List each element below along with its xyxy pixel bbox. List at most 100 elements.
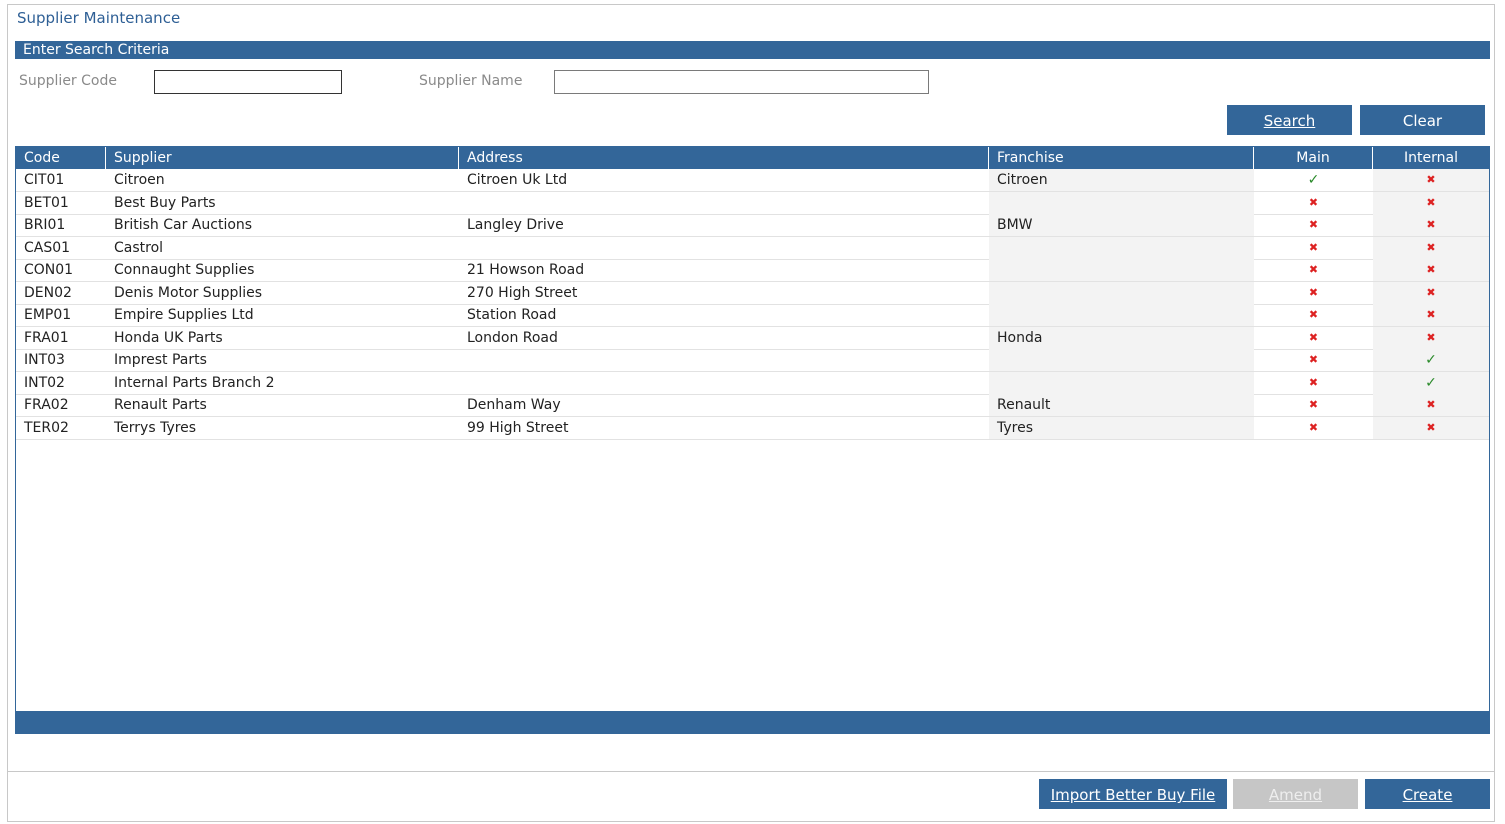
check-icon: ✓ [1307,172,1320,188]
cross-icon: ✖ [1308,218,1319,231]
check-icon: ✓ [1425,352,1437,368]
page-title: Supplier Maintenance [17,9,181,27]
franchise-cell: Citroen [989,169,1254,191]
search-criteria-header: Enter Search Criteria [15,41,1490,59]
franchise-cell [989,304,1254,326]
supplier-name-input[interactable] [554,70,929,94]
franchise-cell [989,371,1254,394]
code-cell: CIT01 [24,172,65,188]
cross-icon: ✖ [1308,375,1319,389]
column-header-code[interactable]: Code [16,147,106,169]
main-cell: ✓ [1254,169,1373,191]
cross-icon: ✖ [1426,398,1436,411]
cross-icon: ✖ [1426,240,1436,254]
franchise-cell [989,281,1254,304]
franchise-cell [989,259,1254,281]
main-cell: ✖ [1254,394,1373,416]
cross-icon: ✖ [1426,173,1436,186]
address-cell: Citroen Uk Ltd [467,172,568,188]
address-cell: 21 Howson Road [467,262,585,278]
cross-icon: ✖ [1426,218,1436,231]
column-header-franchise[interactable]: Franchise [989,147,1254,169]
supplier-cell: Renault Parts [114,397,207,413]
main-cell: ✖ [1254,372,1373,394]
clear-button[interactable]: Clear [1360,105,1485,135]
cross-icon: ✖ [1426,195,1436,209]
table-row[interactable]: TER02 Terrys Tyres 99 High Street Tyres ✖ ✖ [16,416,1489,440]
cross-icon: ✖ [1426,285,1436,299]
create-button-label: Create [1402,786,1453,804]
import-better-buy-file-button[interactable]: Import Better Buy File [1039,779,1227,809]
internal-cell: ✖ [1373,304,1489,326]
main-cell: ✖ [1254,282,1373,304]
address-cell [459,237,989,259]
column-header-main[interactable]: Main [1254,147,1373,169]
code-cell: INT02 [24,374,65,391]
cross-icon: ✖ [1426,263,1436,276]
franchise-cell [989,191,1254,214]
code-cell: CAS01 [24,239,71,256]
supplier-cell: Internal Parts Branch 2 [114,374,275,391]
supplier-cell: British Car Auctions [114,217,253,233]
cross-icon: ✖ [1308,308,1319,321]
address-cell: London Road [467,329,558,346]
internal-cell: ✓ [1373,349,1489,371]
supplier-cell: Honda UK Parts [114,329,223,346]
cross-icon: ✖ [1308,285,1319,299]
amend-button[interactable]: Amend [1233,779,1358,809]
franchise-cell [989,236,1254,259]
supplier-cell: Citroen [114,172,165,188]
code-cell: FRA02 [24,397,69,413]
grid-footer-bar [16,711,1489,733]
create-button[interactable]: Create [1365,779,1490,809]
table-row[interactable]: FRA02 Renault Parts Denham Way Renault ✖ ✖ [16,394,1489,417]
address-cell: 99 High Street [467,419,569,436]
table-row[interactable]: INT03 Imprest Parts ✖ ✓ [16,349,1489,372]
supplier-cell: Terrys Tyres [114,419,197,436]
table-row[interactable]: CON01 Connaught Supplies 21 Howson Road ✖ ✖ [16,259,1489,282]
main-cell: ✖ [1254,192,1373,214]
main-cell: ✖ [1254,259,1373,281]
internal-cell: ✖ [1373,214,1489,236]
main-cell: ✖ [1254,237,1373,259]
internal-cell: ✖ [1373,236,1489,259]
amend-button-label: Amend [1268,786,1323,804]
supplier-name-label: Supplier Name [419,73,523,89]
code-cell: EMP01 [24,307,72,323]
cross-icon: ✖ [1426,308,1436,321]
code-cell: INT03 [24,352,65,368]
code-cell: BET01 [24,194,69,211]
code-cell: BRI01 [24,217,66,233]
internal-cell: ✖ [1373,191,1489,214]
table-row[interactable]: CIT01 Citroen Citroen Uk Ltd Citroen ✓ ✖ [16,169,1489,192]
table-row[interactable]: FRA01 Honda UK Parts London Road Honda ✖ ✖ [16,326,1489,350]
column-header-address[interactable]: Address [459,147,989,169]
franchise-cell: BMW [989,214,1254,236]
supplier-code-input[interactable] [154,70,342,94]
internal-cell: ✖ [1373,281,1489,304]
grid-header: Code Supplier Address Franchise Main Int… [16,147,1489,169]
column-header-supplier[interactable]: Supplier [106,147,459,169]
main-cell: ✖ [1254,417,1373,439]
address-cell [459,349,989,371]
cross-icon: ✖ [1426,330,1436,344]
cross-icon: ✖ [1308,240,1319,254]
code-cell: FRA01 [24,329,69,346]
table-row[interactable]: BET01 Best Buy Parts ✖ ✖ [16,191,1489,215]
internal-cell: ✓ [1373,371,1489,394]
code-cell: TER02 [24,419,69,436]
search-button[interactable]: Search [1227,105,1352,135]
table-row[interactable]: CAS01 Castrol ✖ ✖ [16,236,1489,260]
table-row[interactable]: DEN02 Denis Motor Supplies 270 High Street… [16,281,1489,305]
internal-cell: ✖ [1373,394,1489,416]
column-header-internal[interactable]: Internal [1373,147,1489,169]
address-cell: Denham Way [467,397,561,413]
cross-icon: ✖ [1308,195,1319,209]
table-row[interactable]: EMP01 Empire Supplies Ltd Station Road ✖ ✖ [16,304,1489,327]
footer-divider [7,771,1495,772]
table-row[interactable]: INT02 Internal Parts Branch 2 ✖ ✓ [16,371,1489,395]
table-row[interactable]: BRI01 British Car Auctions Langley Drive BM… [16,214,1489,237]
franchise-cell: Tyres [989,416,1254,439]
supplier-cell: Denis Motor Supplies [114,284,263,301]
cross-icon: ✖ [1426,420,1436,434]
